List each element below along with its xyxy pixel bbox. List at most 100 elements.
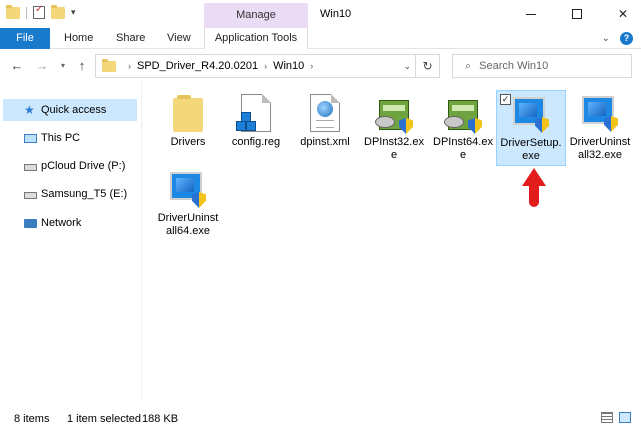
minimize-button[interactable] [508, 0, 554, 28]
sidebar-item-network[interactable]: Network [0, 212, 140, 234]
file-item-driveruninstall32[interactable]: DriverUninstall32.exe [565, 90, 635, 166]
network-icon [24, 218, 37, 228]
file-item-dpinst-xml[interactable]: dpinst.xml [290, 90, 360, 166]
file-name: dpinst.xml [300, 136, 350, 148]
large-icons-view-icon[interactable] [619, 412, 631, 423]
installer-icon [444, 94, 482, 134]
tab-share[interactable]: Share [116, 28, 145, 49]
address-bar[interactable]: › SPD_Driver_R4.20.0201 › Win10 › ⌄ ↻ [95, 54, 440, 78]
back-arrow-icon: ← [10, 58, 24, 73]
setup-executable-icon [582, 94, 618, 132]
address-history-icon[interactable]: ⌄ [403, 61, 411, 72]
file-name: DPInst64.exe [433, 136, 493, 161]
back-button[interactable]: ← [9, 58, 25, 73]
file-name: DriverUninstall32.exe [569, 136, 631, 161]
navigation-bar: ← → ▾ ↑ › SPD_Driver_R4.20.0201 › Win10 … [0, 50, 641, 82]
file-item-config-reg[interactable]: config.reg [221, 90, 291, 166]
close-icon: ✕ [617, 7, 629, 21]
breadcrumb-parent[interactable]: SPD_Driver_R4.20.0201 [137, 60, 258, 72]
sidebar-item-label: Samsung_T5 (E:) [41, 188, 128, 200]
xml-file-icon [310, 94, 340, 132]
search-box[interactable]: ⌕ [452, 54, 632, 78]
uac-shield-icon [399, 118, 413, 134]
file-item-dpinst64[interactable]: DPInst64.exe [428, 90, 498, 166]
up-button[interactable]: ↑ [74, 58, 90, 73]
setup-executable-icon [170, 170, 206, 208]
chevron-down-icon: ▾ [60, 61, 65, 70]
title-bar: ▾ Manage Win10 ✕ [0, 0, 641, 28]
expand-ribbon-icon[interactable]: ⌄ [602, 33, 610, 44]
computer-icon [24, 133, 37, 143]
setup-executable-icon [513, 95, 549, 133]
installer-icon [375, 94, 413, 134]
file-item-driversetup[interactable]: ✓ DriverSetup.exe [496, 90, 566, 166]
sidebar-item-label: pCloud Drive (P:) [41, 160, 126, 172]
drive-icon [24, 163, 37, 171]
file-name: DPInst32.exe [364, 136, 424, 161]
file-item-driveruninstall64[interactable]: DriverUninstall64.exe [153, 166, 223, 242]
tab-view[interactable]: View [167, 28, 191, 49]
up-arrow-icon: ↑ [78, 58, 86, 73]
details-view-icon[interactable] [601, 412, 613, 423]
forward-button[interactable]: → [34, 58, 50, 73]
minimize-icon [526, 13, 536, 15]
manage-tab-group[interactable]: Manage [204, 3, 308, 28]
file-name: DriverUninstall64.exe [157, 212, 219, 237]
selection-count: 1 item selected [67, 413, 141, 425]
chevron-right-icon[interactable]: › [310, 61, 313, 71]
quick-access-toolbar: ▾ [6, 4, 76, 19]
selection-checkbox[interactable]: ✓ [500, 94, 511, 105]
star-icon: ★ [24, 103, 35, 117]
sidebar-item-pcloud-drive[interactable]: pCloud Drive (P:) [0, 155, 140, 177]
drive-icon [24, 191, 37, 199]
sidebar-item-label: Quick access [41, 104, 107, 116]
folder-icon [102, 58, 116, 72]
ribbon-controls: ⌄ ? [602, 32, 633, 45]
uac-shield-icon [468, 118, 482, 134]
maximize-icon [572, 9, 582, 19]
pane-divider[interactable] [141, 82, 142, 400]
maximize-button[interactable] [554, 0, 600, 28]
customize-toolbar-icon[interactable]: ▾ [71, 7, 76, 18]
chevron-right-icon[interactable]: › [128, 61, 131, 71]
sidebar-item-label: Network [41, 217, 82, 229]
ribbon-tabs: File Home Share View Application Tools ⌄… [0, 28, 641, 49]
red-arrow-annotation [522, 168, 546, 210]
item-count: 8 items [14, 413, 50, 425]
breadcrumb-current[interactable]: Win10 [273, 60, 304, 72]
uac-shield-icon [535, 117, 549, 133]
new-folder-icon[interactable] [51, 4, 65, 19]
status-bar: 8 items 1 item selected 188 KB [0, 406, 641, 430]
file-name: config.reg [231, 136, 281, 148]
file-name: Drivers [170, 136, 206, 148]
sidebar-item-quick-access[interactable]: ★ Quick access [3, 99, 137, 121]
tab-application-tools[interactable]: Application Tools [204, 28, 308, 49]
toolbar-divider [26, 6, 27, 19]
selection-size: 188 KB [142, 413, 179, 425]
properties-icon[interactable] [33, 4, 45, 19]
view-switcher [601, 412, 631, 423]
folder-icon [173, 95, 203, 132]
file-item-dpinst32[interactable]: DPInst32.exe [359, 90, 429, 166]
tab-home[interactable]: Home [64, 28, 93, 49]
sidebar-item-samsung-t5[interactable]: Samsung_T5 (E:) [0, 183, 140, 205]
file-item-drivers[interactable]: Drivers [153, 90, 223, 166]
refresh-icon: ↻ [422, 59, 433, 73]
registry-file-icon [236, 94, 271, 132]
tab-file[interactable]: File [0, 28, 50, 49]
folder-icon[interactable] [6, 4, 20, 19]
close-button[interactable]: ✕ [600, 0, 641, 28]
window-title: Win10 [320, 8, 352, 20]
help-icon[interactable]: ? [620, 32, 633, 45]
recent-locations-button[interactable]: ▾ [55, 61, 71, 70]
forward-arrow-icon: → [35, 58, 49, 73]
sidebar-item-this-pc[interactable]: This PC [0, 127, 140, 149]
search-input[interactable] [479, 60, 610, 72]
file-name: DriverSetup.exe [500, 137, 562, 162]
refresh-button[interactable]: ↻ [415, 55, 439, 77]
sidebar-item-label: This PC [41, 132, 81, 144]
chevron-right-icon[interactable]: › [264, 61, 267, 71]
search-icon: ⌕ [465, 59, 472, 72]
uac-shield-icon [192, 192, 206, 208]
navigation-pane: ★ Quick access This PC pCloud Drive (P:)… [0, 88, 140, 398]
